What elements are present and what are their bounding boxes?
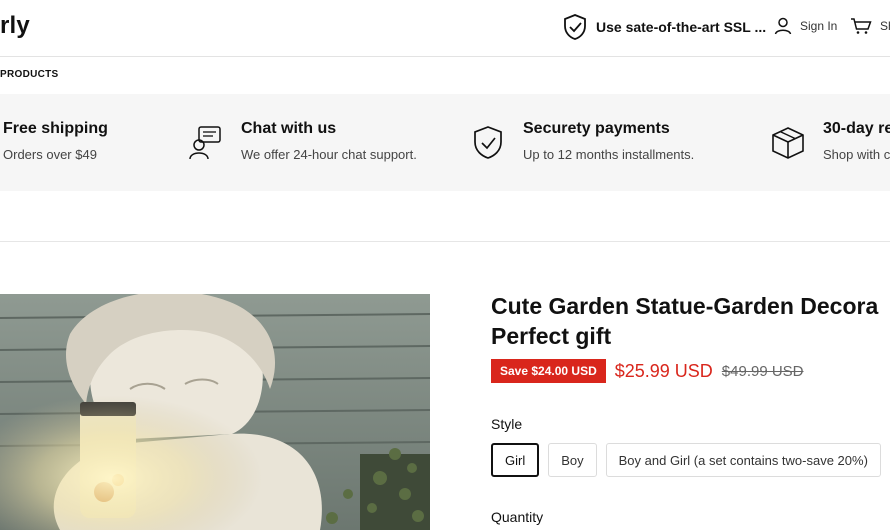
ssl-notice: Use sate-of-the-art SSL ... <box>562 13 766 41</box>
price-row: Save $24.00 USD $25.99 USD $49.99 USD <box>491 359 804 383</box>
cart-icon <box>851 18 872 34</box>
style-option-boy[interactable]: Boy <box>548 443 597 477</box>
shield-check-icon <box>474 126 502 159</box>
product-title-line: Cute Garden Statue-Garden Decora <box>491 293 879 319</box>
feature-free-shipping: Free shipping Orders over $49 <box>3 120 108 162</box>
feature-secure-payments: Securety payments Up to 12 months instal… <box>523 120 694 162</box>
cart-link[interactable]: Sh <box>850 17 890 35</box>
cart-label: Sh <box>880 19 890 33</box>
style-label: Style <box>491 416 523 432</box>
product-image[interactable] <box>0 294 430 530</box>
site-header: rly Use sate-of-the-art SSL ... Sign In … <box>0 0 890 57</box>
ssl-text: Use sate-of-the-art SSL ... <box>596 19 767 35</box>
feature-subtitle: Up to 12 months installments. <box>523 147 695 162</box>
feature-subtitle: We offer 24-hour chat support. <box>241 147 417 162</box>
product-title-line: Perfect gift <box>491 323 612 349</box>
user-icon <box>774 17 792 35</box>
sign-in-label: Sign In <box>800 19 838 33</box>
sign-in-link[interactable]: Sign In <box>774 17 837 35</box>
feature-chat: Chat with us We offer 24-hour chat suppo… <box>241 120 417 162</box>
sale-price: $25.99 USD <box>614 360 713 381</box>
quantity-label: Quantity <box>491 509 544 525</box>
feature-title: Securety payments <box>523 120 670 137</box>
product-title: Cute Garden Statue-Garden Decora Perfect… <box>491 291 890 351</box>
box-icon <box>772 127 804 159</box>
feature-title: Free shipping <box>3 120 108 137</box>
compare-price: $49.99 USD <box>721 362 804 380</box>
features-strip: Free shipping Orders over $49 Chat with … <box>0 94 890 191</box>
nav-products[interactable]: PRODUCTS <box>0 69 59 80</box>
shield-check-icon <box>564 14 586 40</box>
chat-support-icon <box>189 126 221 160</box>
feature-subtitle: Orders over $49 <box>3 147 97 162</box>
save-badge: Save $24.00 USD <box>491 359 606 383</box>
site-logo[interactable]: rly <box>0 12 30 40</box>
section-divider <box>0 241 890 242</box>
style-options: Girl Boy Boy and Girl (a set contains tw… <box>491 443 881 477</box>
style-option-girl[interactable]: Girl <box>491 443 540 477</box>
style-option-boy-and-girl[interactable]: Boy and Girl (a set contains two-save 20… <box>605 443 881 477</box>
feature-returns: 30-day re Shop with c <box>823 120 890 162</box>
statue-photo-illustration <box>0 294 430 530</box>
feature-subtitle: Shop with c <box>823 147 890 162</box>
feature-title: 30-day re <box>823 120 890 137</box>
feature-title: Chat with us <box>241 120 337 137</box>
